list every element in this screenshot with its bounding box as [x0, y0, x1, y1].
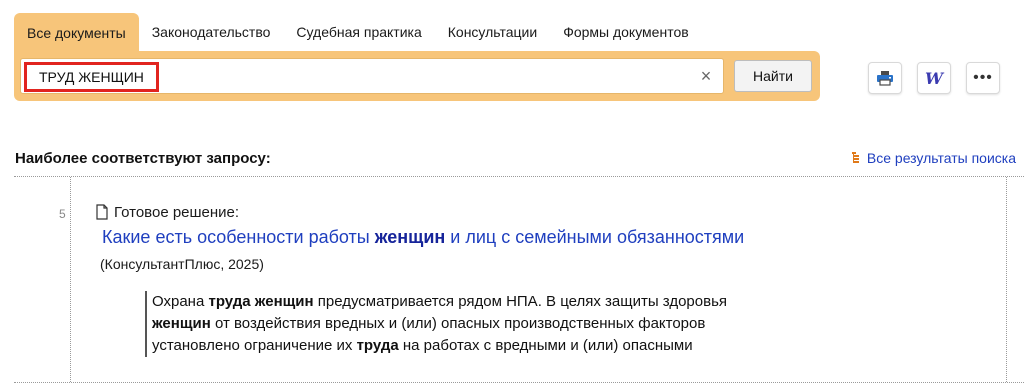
snippet-text: от воздействия вредных и (или) опасных п…	[210, 315, 706, 332]
result-source: (КонсультантПлюс, 2025)	[100, 256, 264, 272]
snippet-highlight: женщин	[152, 315, 211, 332]
search-query-text: ТРУД ЖЕНЩИН	[24, 62, 159, 92]
snippet-line: Охрана труда женщин предусматривается ря…	[152, 291, 905, 313]
result-snippet: Охрана труда женщин предусматривается ря…	[145, 291, 905, 357]
snippet-line: женщин от воздействия вредных и (или) оп…	[152, 313, 905, 335]
search-panel: ТРУД ЖЕНЩИН × Найти	[14, 51, 820, 101]
results-scrollbar[interactable]	[1006, 177, 1024, 382]
results-left-divider	[70, 177, 71, 382]
tab-all-documents[interactable]: Все документы	[14, 13, 139, 53]
more-options-button[interactable]: •••	[966, 62, 1000, 94]
snippet-highlight: труда	[356, 337, 399, 354]
section-title: Наиболее соответствуют запросу:	[15, 150, 271, 167]
word-icon: W	[925, 68, 943, 88]
printer-icon	[877, 71, 893, 86]
search-input[interactable]: ТРУД ЖЕНЩИН ×	[20, 58, 724, 94]
snippet-text: предусматривается рядом НПА. В целях защ…	[313, 293, 728, 310]
all-results-label: Все результаты поиска	[866, 150, 1016, 166]
tab-consultations[interactable]: Консультации	[435, 13, 550, 51]
clear-icon[interactable]: ×	[697, 67, 715, 85]
result-title-highlight: женщин	[374, 227, 446, 247]
result-number: 5	[59, 207, 66, 221]
all-results-link[interactable]: Все результаты поиска	[851, 150, 1016, 166]
snippet-text: на работах с вредными и (или) опасными	[398, 337, 693, 354]
tab-court-practice[interactable]: Судебная практика	[283, 13, 434, 51]
result-title-part: Какие есть особенности работы	[102, 227, 375, 247]
print-button[interactable]	[868, 62, 902, 94]
snippet-text: Охрана	[152, 293, 209, 310]
more-icon: •••	[973, 69, 993, 86]
result-type: Готовое решение:	[114, 204, 240, 221]
results-list: 5 Готовое решение: Какие есть особенност…	[14, 176, 1024, 383]
result-title-link[interactable]: Какие есть особенности работы женщин и л…	[102, 227, 744, 248]
snippet-highlight: труда женщин	[208, 293, 314, 310]
tab-document-forms[interactable]: Формы документов	[550, 13, 702, 51]
snippet-text: установлено ограничение их	[152, 337, 357, 354]
tab-legislation[interactable]: Законодательство	[139, 13, 284, 51]
snippet-line: установлено ограничение их труда на рабо…	[152, 335, 905, 357]
search-button[interactable]: Найти	[734, 60, 812, 92]
result-title-part: и лиц с семейными обязанностями	[445, 227, 745, 247]
tree-list-icon	[851, 152, 859, 163]
document-tabs: Все документы Законодательство Судебная …	[14, 13, 702, 53]
document-icon	[96, 204, 108, 220]
export-word-button[interactable]: W	[917, 62, 951, 94]
